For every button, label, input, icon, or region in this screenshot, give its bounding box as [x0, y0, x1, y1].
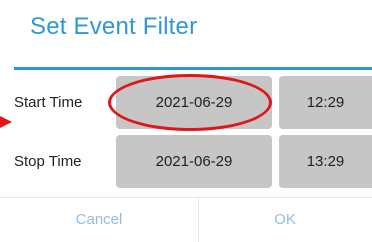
dialog-title: Set Event Filter	[30, 13, 198, 40]
event-filter-dialog: Set Event Filter Start Time 2021-06-29 1…	[0, 0, 372, 242]
start-time-label: Start Time	[14, 94, 83, 111]
stop-date-field[interactable]: 2021-06-29	[116, 135, 272, 188]
title-divider	[14, 67, 372, 70]
stop-time-label: Stop Time	[14, 153, 82, 170]
stop-time-field[interactable]: 13:29	[279, 135, 372, 188]
start-date-field[interactable]: 2021-06-29	[116, 76, 272, 129]
start-time-row: Start Time 2021-06-29 12:29	[0, 76, 372, 129]
stop-time-row: Stop Time 2021-06-29 13:29	[0, 135, 372, 188]
red-arrow-icon	[0, 116, 12, 128]
start-time-field[interactable]: 12:29	[279, 76, 372, 129]
cancel-button[interactable]: Cancel	[0, 198, 198, 242]
ok-button[interactable]: OK	[198, 198, 372, 242]
